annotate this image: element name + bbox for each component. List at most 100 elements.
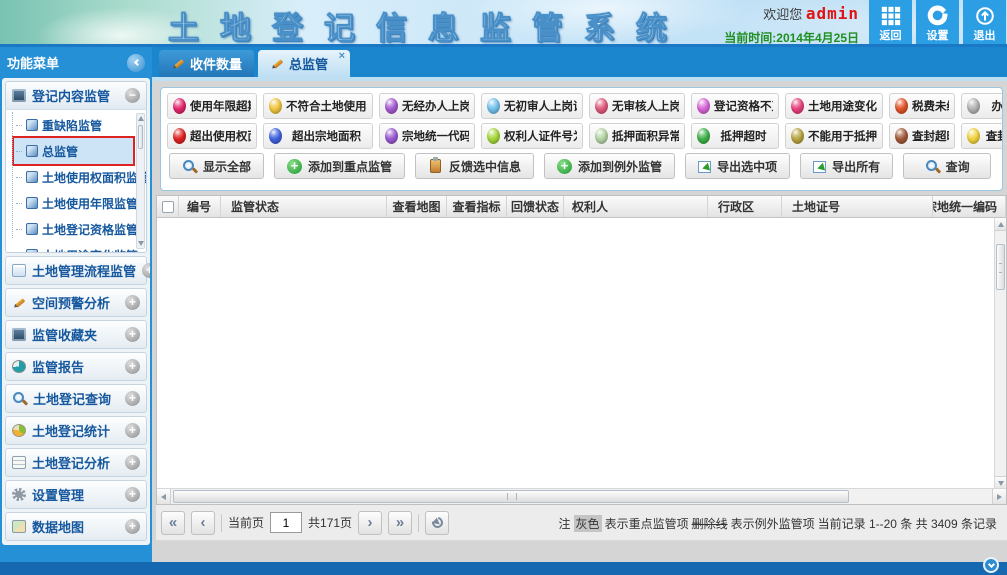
select-all-checkbox[interactable] xyxy=(162,201,174,213)
divider xyxy=(418,514,419,532)
sidebar-group-1[interactable]: 土地管理流程监管 + xyxy=(5,256,147,285)
legend-item[interactable]: 税费未缴纳 xyxy=(889,93,955,119)
report-pie-icon xyxy=(12,360,26,373)
table-header-row: 编号监管状态查看地图查看指标回馈状态权利人行政区土地证号宗地统一编码 xyxy=(157,196,1006,218)
expand-group-icon[interactable]: + xyxy=(125,295,140,310)
expand-group-icon[interactable]: + xyxy=(142,263,150,278)
exit-button[interactable]: 退出 xyxy=(963,0,1006,44)
app-footer xyxy=(0,562,1007,575)
expand-down-button[interactable] xyxy=(983,557,999,573)
column-label: 查看地图 xyxy=(392,198,440,215)
legend-item[interactable]: 抵押超时 xyxy=(691,123,779,149)
legend-item[interactable]: 宗地统一代码为空 xyxy=(379,123,475,149)
current-time: 当前时间:2014年4月25日 xyxy=(724,29,859,46)
export-selected-button[interactable]: 导出选中项 xyxy=(685,153,790,179)
sidebar-group-header[interactable]: 登记内容监管− xyxy=(6,82,146,110)
scroll-right-button[interactable] xyxy=(992,489,1006,504)
refresh-button[interactable] xyxy=(425,511,449,535)
legend-item[interactable]: 无初审人上岗证号 xyxy=(481,93,583,119)
sidebar-item-4[interactable]: 土地使用年限监管 xyxy=(14,190,133,216)
collapse-sidebar-button[interactable] xyxy=(127,54,145,72)
horizontal-scrollbar[interactable] xyxy=(157,488,1006,504)
tab-1[interactable]: 收件数量 xyxy=(159,50,254,77)
vertical-scrollbar[interactable] xyxy=(994,218,1006,489)
sidebar-group-8[interactable]: 设置管理+ xyxy=(5,480,147,509)
legend-item[interactable]: 无经办人上岗证号 xyxy=(379,93,475,119)
vertical-scroll-thumb[interactable] xyxy=(996,244,1005,290)
horizontal-scroll-thumb[interactable] xyxy=(173,490,849,503)
sidebar-group-5[interactable]: 土地登记查询+ xyxy=(5,384,147,413)
prev-page-button[interactable]: ‹ xyxy=(191,511,215,535)
legend-item[interactable]: 查封已过期 xyxy=(961,123,1003,149)
legend-item[interactable]: 不符合土地使用年限 xyxy=(263,93,373,119)
sidebar-item-5[interactable]: 土地登记资格监管 xyxy=(14,216,133,242)
return-button[interactable]: 返回 xyxy=(869,0,912,44)
legend-row-1: 使用年限超期不符合土地使用年限无经办人上岗证号无初审人上岗证号无审核人上岗证号登… xyxy=(167,93,1002,119)
grid-icon xyxy=(879,3,903,29)
expand-group-icon[interactable]: + xyxy=(125,423,140,438)
legend-item[interactable]: 不能用于抵押 xyxy=(785,123,883,149)
legend-item[interactable]: 登记资格不正常 xyxy=(691,93,779,119)
collapse-group-icon[interactable]: − xyxy=(125,88,140,103)
sidebar-group-7[interactable]: 土地登记分析+ xyxy=(5,448,147,477)
sidebar-item-3[interactable]: 土地使用权面积监管 xyxy=(14,164,133,190)
expand-group-icon[interactable]: + xyxy=(125,391,140,406)
expand-group-icon[interactable]: + xyxy=(125,359,140,374)
add-to-key-supervision-button[interactable]: 添加到重点监管 xyxy=(274,153,405,179)
show-all-button[interactable]: 显示全部 xyxy=(169,153,264,179)
feedback-selected-button[interactable]: 反馈选中信息 xyxy=(415,153,534,179)
column-label: 查看指标 xyxy=(452,198,500,215)
sub-list-scrollbar[interactable] xyxy=(136,113,145,249)
legend-item[interactable]: 使用年限超期 xyxy=(167,93,257,119)
expand-group-icon[interactable]: + xyxy=(125,519,140,534)
legend-item[interactable]: 权利人证件号为空 xyxy=(481,123,583,149)
scroll-thumb[interactable] xyxy=(138,125,143,149)
current-page-input[interactable] xyxy=(270,512,302,533)
sidebar-group-label: 土地管理流程监管 xyxy=(32,261,136,280)
scroll-up-button[interactable] xyxy=(995,218,1006,231)
status-dot-icon xyxy=(791,98,804,114)
legend-item[interactable]: 超出使用权面积 xyxy=(167,123,257,149)
triangle-down-icon xyxy=(138,241,144,246)
settings-button[interactable]: 设置 xyxy=(916,0,959,44)
sidebar-group-3[interactable]: 监管收藏夹+ xyxy=(5,320,147,349)
expand-group-icon[interactable]: + xyxy=(125,327,140,342)
sidebar-item-1[interactable]: 重缺陷监管 xyxy=(14,112,133,138)
close-tab-icon[interactable]: × xyxy=(339,50,345,62)
sidebar-title: 功能菜单 xyxy=(7,53,59,72)
legend-item[interactable]: 抵押面积异常 xyxy=(589,123,685,149)
expand-group-icon[interactable]: + xyxy=(125,487,140,502)
tab-2[interactable]: 总监管× xyxy=(258,50,350,77)
sidebar-group-2[interactable]: 空间预警分析+ xyxy=(5,288,147,317)
legend-item[interactable]: 办理超时 xyxy=(961,93,1003,119)
legend-panel: 使用年限超期不符合土地使用年限无经办人上岗证号无初审人上岗证号无审核人上岗证号登… xyxy=(160,87,1003,191)
legend-label: 土地用途变化异常 xyxy=(808,98,877,114)
expand-group-icon[interactable]: + xyxy=(125,455,140,470)
tab-bar: 收件数量总监管× xyxy=(152,47,1007,81)
column-header: 回馈状态 xyxy=(507,196,564,217)
first-page-button[interactable]: « xyxy=(161,511,185,535)
legend-item[interactable]: 无审核人上岗证号 xyxy=(589,93,685,119)
add-to-exception-button[interactable]: 添加到例外监管 xyxy=(544,153,675,179)
column-header: 编号 xyxy=(179,196,221,217)
scroll-left-button[interactable] xyxy=(157,489,171,504)
sidebar-group-6[interactable]: 土地登记统计+ xyxy=(5,416,147,445)
sidebar-group-9[interactable]: 数据地图+ xyxy=(5,512,147,541)
export-all-button[interactable]: 导出所有 xyxy=(800,153,893,179)
next-page-button[interactable]: › xyxy=(358,511,382,535)
welcome-text: 欢迎您 admin xyxy=(724,4,859,23)
welcome-prefix: 欢迎您 xyxy=(763,7,802,22)
last-page-button[interactable]: » xyxy=(388,511,412,535)
scroll-up-button[interactable] xyxy=(137,114,144,123)
legend-item[interactable]: 查封超时 xyxy=(889,123,955,149)
sidebar-item-6[interactable]: 土地用途变化监管 xyxy=(14,242,133,252)
legend-item[interactable]: 超出宗地面积 xyxy=(263,123,373,149)
legend-label: 使用年限超期 xyxy=(190,98,251,114)
sidebar-item-2[interactable]: 总监管 xyxy=(14,138,133,164)
scroll-down-button[interactable] xyxy=(137,239,144,248)
legend-item[interactable]: 土地用途变化异常 xyxy=(785,93,883,119)
status-dot-icon xyxy=(967,128,980,144)
query-button[interactable]: 查询 xyxy=(903,153,991,179)
tab-label: 收件数量 xyxy=(190,54,242,73)
sidebar-group-4[interactable]: 监管报告+ xyxy=(5,352,147,381)
